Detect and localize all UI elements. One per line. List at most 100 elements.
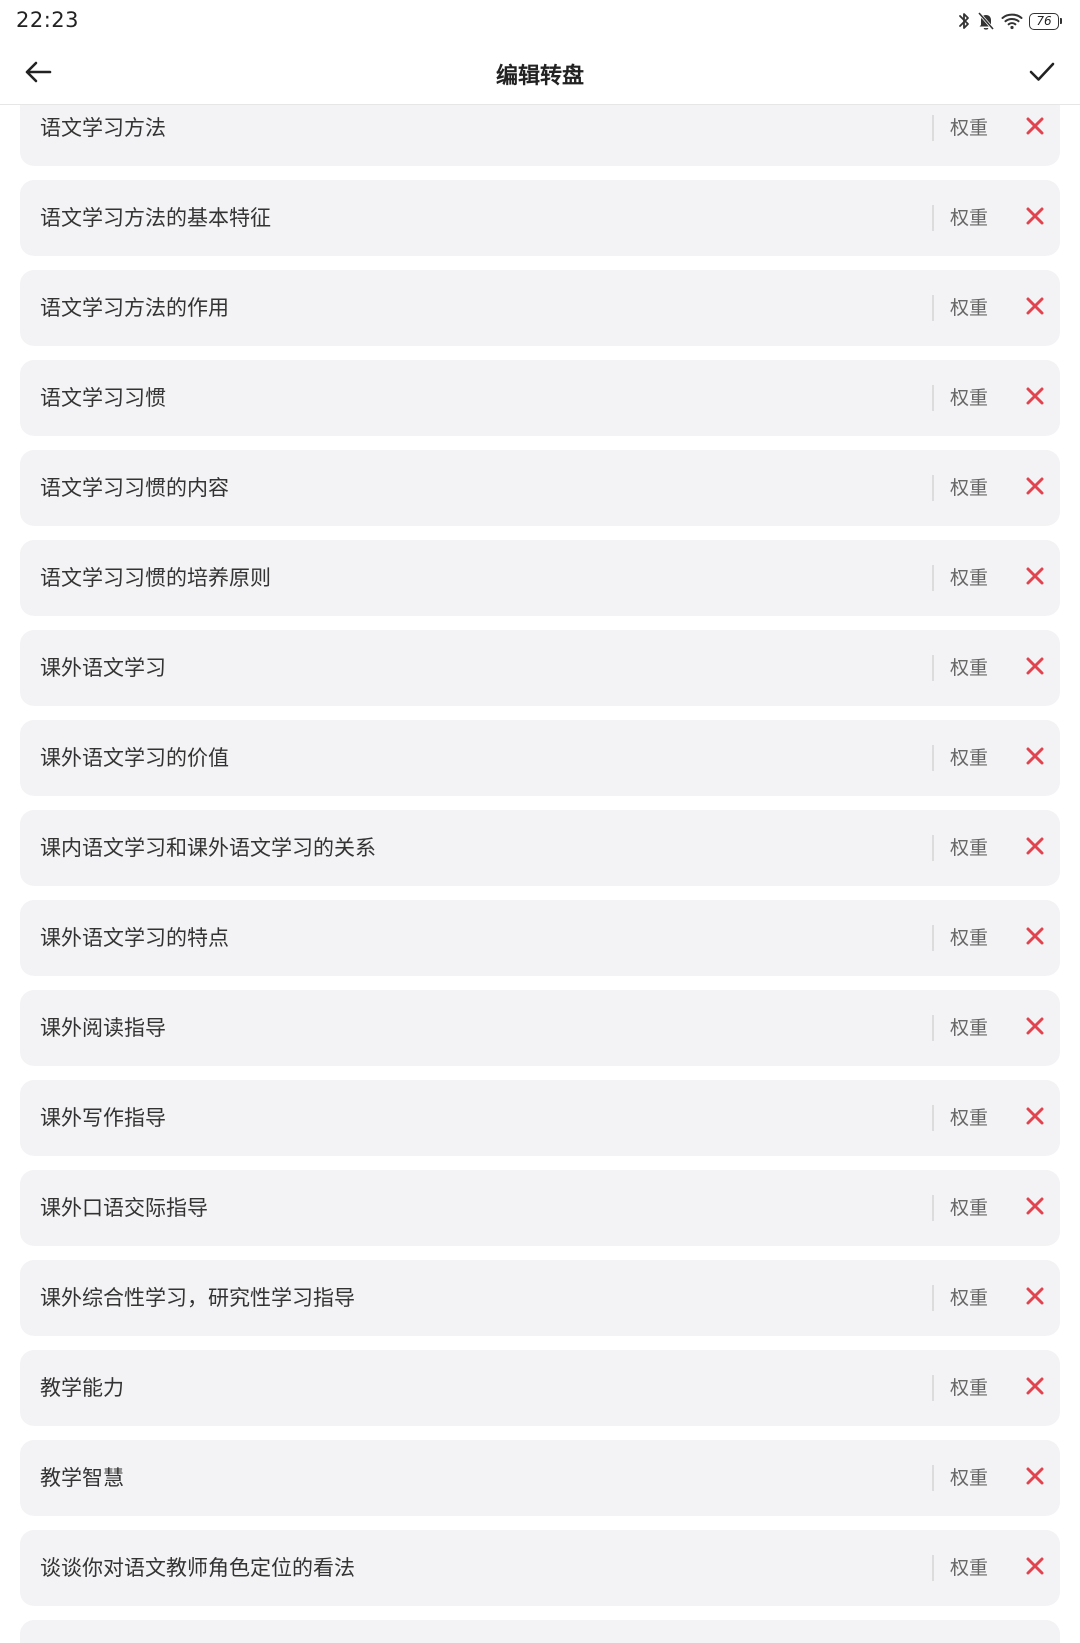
- close-icon: [1025, 1466, 1045, 1490]
- item-label[interactable]: 语文学习习惯的培养原则: [40, 540, 271, 616]
- delete-button[interactable]: [1022, 1555, 1048, 1581]
- delete-button[interactable]: [1022, 475, 1048, 501]
- delete-button[interactable]: [1022, 115, 1048, 141]
- list-item: 语文学习习惯的内容 权重: [20, 450, 1060, 526]
- item-label[interactable]: 课外口语交际指导: [40, 1170, 208, 1246]
- wifi-icon: [1001, 12, 1023, 30]
- item-label[interactable]: 课内语文学习和课外语文学习的关系: [40, 810, 376, 886]
- weight-button[interactable]: 权重: [950, 720, 988, 796]
- item-label[interactable]: 课外语文学习的价值: [40, 720, 229, 796]
- delete-button[interactable]: [1022, 1375, 1048, 1401]
- item-divider: [932, 205, 934, 231]
- weight-button[interactable]: 权重: [950, 630, 988, 706]
- weight-button[interactable]: 权重: [950, 1350, 988, 1426]
- close-icon: [1025, 1376, 1045, 1400]
- weight-button[interactable]: 权重: [950, 1260, 988, 1336]
- item-label[interactable]: 语文学习习惯的内容: [40, 450, 229, 526]
- delete-button[interactable]: [1022, 745, 1048, 771]
- list-item: 教学智慧 权重: [20, 1440, 1060, 1516]
- item-label[interactable]: 语文学习方法的基本特征: [40, 180, 271, 256]
- item-label[interactable]: 课外语文学习的特点: [40, 900, 229, 976]
- list-item: 课外语文学习的价值 权重: [20, 720, 1060, 796]
- weight-button[interactable]: 权重: [950, 990, 988, 1066]
- list-item: 课外语文学习 权重: [20, 630, 1060, 706]
- item-label[interactable]: 课外综合性学习，研究性学习指导: [40, 1260, 355, 1336]
- confirm-button[interactable]: [1022, 54, 1062, 94]
- item-label[interactable]: 课外语文学习: [40, 630, 166, 706]
- app-bar: 编辑转盘: [0, 42, 1080, 105]
- item-label[interactable]: 课外阅读指导: [40, 990, 166, 1066]
- list-item: [20, 1620, 1060, 1643]
- list-item: 课外语文学习的特点 权重: [20, 900, 1060, 976]
- item-label[interactable]: 语文学习方法的作用: [40, 270, 229, 346]
- delete-button[interactable]: [1022, 205, 1048, 231]
- item-label[interactable]: 课外写作指导: [40, 1080, 166, 1156]
- weight-button[interactable]: 权重: [950, 105, 988, 166]
- close-icon: [1025, 1106, 1045, 1130]
- delete-button[interactable]: [1022, 385, 1048, 411]
- delete-button[interactable]: [1022, 655, 1048, 681]
- item-divider: [932, 1555, 934, 1581]
- item-divider: [932, 1195, 934, 1221]
- close-icon: [1025, 746, 1045, 770]
- bluetooth-icon: [957, 11, 971, 31]
- wheel-item-list[interactable]: 语文学习方法 权重 语文学习方法的基本特征 权重 语文学习方法的作用 权重 语文…: [0, 105, 1080, 1643]
- list-item: 课外阅读指导 权重: [20, 990, 1060, 1066]
- weight-button[interactable]: 权重: [950, 1440, 988, 1516]
- delete-button[interactable]: [1022, 1285, 1048, 1311]
- list-item: 语文学习方法的作用 权重: [20, 270, 1060, 346]
- weight-button[interactable]: 权重: [950, 1530, 988, 1606]
- item-label[interactable]: 语文学习习惯: [40, 360, 166, 436]
- delete-button[interactable]: [1022, 1015, 1048, 1041]
- list-item: 语文学习习惯 权重: [20, 360, 1060, 436]
- weight-button[interactable]: 权重: [950, 1080, 988, 1156]
- list-item: 课外综合性学习，研究性学习指导 权重: [20, 1260, 1060, 1336]
- close-icon: [1025, 476, 1045, 500]
- item-divider: [932, 1465, 934, 1491]
- page-title: 编辑转盘: [495, 64, 584, 89]
- close-icon: [1025, 1016, 1045, 1040]
- close-icon: [1025, 926, 1045, 950]
- close-icon: [1025, 206, 1045, 230]
- delete-button[interactable]: [1022, 925, 1048, 951]
- list-item: 语文学习方法 权重: [20, 105, 1060, 166]
- item-divider: [932, 295, 934, 321]
- item-divider: [932, 925, 934, 951]
- item-divider: [932, 1015, 934, 1041]
- list-item: 课内语文学习和课外语文学习的关系 权重: [20, 810, 1060, 886]
- weight-button[interactable]: 权重: [950, 810, 988, 886]
- weight-button[interactable]: 权重: [950, 450, 988, 526]
- item-label[interactable]: 语文学习方法: [40, 105, 166, 166]
- close-icon: [1025, 296, 1045, 320]
- item-label[interactable]: 教学能力: [40, 1350, 124, 1426]
- list-item: 课外口语交际指导 权重: [20, 1170, 1060, 1246]
- weight-button[interactable]: 权重: [950, 360, 988, 436]
- delete-button[interactable]: [1022, 1105, 1048, 1131]
- weight-button[interactable]: 权重: [950, 1170, 988, 1246]
- item-divider: [932, 1285, 934, 1311]
- battery-icon: 76: [1029, 12, 1062, 30]
- close-icon: [1025, 1556, 1045, 1580]
- item-divider: [932, 1375, 934, 1401]
- delete-button[interactable]: [1022, 835, 1048, 861]
- weight-button[interactable]: 权重: [950, 180, 988, 256]
- delete-button[interactable]: [1022, 565, 1048, 591]
- weight-button[interactable]: 权重: [950, 540, 988, 616]
- close-icon: [1025, 656, 1045, 680]
- weight-button[interactable]: 权重: [950, 900, 988, 976]
- item-label[interactable]: 教学智慧: [40, 1440, 124, 1516]
- list-item: 教学能力 权重: [20, 1350, 1060, 1426]
- list-item: 语文学习习惯的培养原则 权重: [20, 540, 1060, 616]
- close-icon: [1025, 566, 1045, 590]
- item-divider: [932, 835, 934, 861]
- weight-button[interactable]: 权重: [950, 270, 988, 346]
- battery-level: 76: [1029, 12, 1059, 30]
- delete-button[interactable]: [1022, 1465, 1048, 1491]
- item-label[interactable]: 谈谈你对语文教师角色定位的看法: [40, 1530, 355, 1606]
- list-item: 语文学习方法的基本特征 权重: [20, 180, 1060, 256]
- item-list-container: 语文学习方法 权重 语文学习方法的基本特征 权重 语文学习方法的作用 权重 语文…: [20, 105, 1060, 1643]
- item-divider: [932, 115, 934, 141]
- delete-button[interactable]: [1022, 295, 1048, 321]
- delete-button[interactable]: [1022, 1195, 1048, 1221]
- status-time: 22:23: [16, 8, 80, 32]
